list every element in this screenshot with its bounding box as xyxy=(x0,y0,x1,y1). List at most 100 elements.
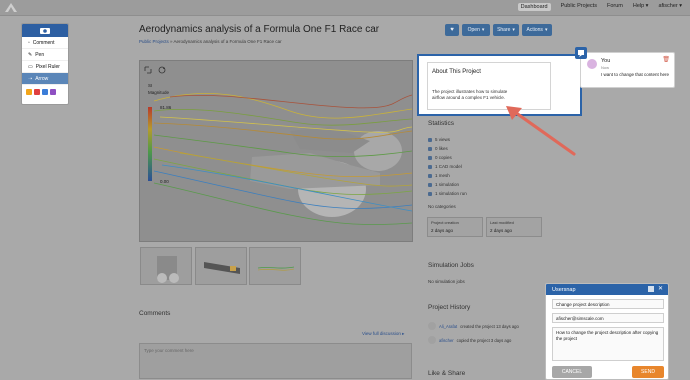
simulation-jobs-heading: Simulation Jobs xyxy=(428,262,474,269)
project-creation-label: Project creation xyxy=(431,220,459,225)
nav-forum[interactable]: Forum xyxy=(607,3,623,11)
share-button[interactable]: Share ▾ xyxy=(493,24,519,36)
send-button[interactable]: SEND xyxy=(632,366,664,378)
close-icon[interactable]: ✕ xyxy=(658,285,663,292)
tool-arrow[interactable]: ➝ Arrow xyxy=(22,73,68,85)
ruler-icon: ▭ xyxy=(28,63,33,70)
stat-simulation: 1 simulation xyxy=(428,182,459,187)
usersnap-title: Usersnap xyxy=(552,286,576,293)
open-label: Open xyxy=(467,27,480,33)
logo-icon[interactable] xyxy=(4,2,18,14)
last-modified-value: 2 days ago xyxy=(490,228,513,233)
color-legend xyxy=(148,107,152,181)
airflow-visualization xyxy=(144,66,412,225)
share-label: Share xyxy=(497,27,511,33)
annotation-arrow xyxy=(506,106,576,156)
comment-icon: ▫ xyxy=(28,39,30,46)
nav-dashboard[interactable]: Dashboard xyxy=(517,3,551,11)
no-categories: No categories xyxy=(428,204,456,209)
cancel-button[interactable]: CANCEL xyxy=(552,366,592,378)
tool-comment[interactable]: ▫ Comment xyxy=(22,37,68,49)
tool-pixel-ruler[interactable]: ▭ Pixel Ruler xyxy=(22,61,68,73)
legend-max-value: 81.86 xyxy=(160,105,172,110)
expand-icon[interactable] xyxy=(144,66,152,74)
open-button[interactable]: Open ▾ xyxy=(462,24,490,36)
subject-field[interactable]: Change project description xyxy=(552,299,664,309)
gear-icon xyxy=(428,191,432,196)
comments-heading: Comments xyxy=(139,310,171,317)
comment-input[interactable]: Type your comment here xyxy=(139,343,412,379)
breadcrumb: Public Projects » Aerodynamics analysis … xyxy=(139,39,282,44)
nav-user-menu[interactable]: afischer ▾ xyxy=(658,3,682,11)
project-creation-value: 2 days ago xyxy=(431,228,454,233)
color-swatches xyxy=(22,85,68,99)
swatch-orange[interactable] xyxy=(26,89,32,95)
like-share-heading: Like & Share xyxy=(428,370,466,377)
breadcrumb-public-projects[interactable]: Public Projects xyxy=(139,39,169,44)
thumbnail-simulation[interactable] xyxy=(249,247,301,285)
thumbnail-cad[interactable] xyxy=(140,247,192,285)
swatch-purple[interactable] xyxy=(50,89,56,95)
avatar xyxy=(587,59,597,69)
last-modified-label: Last modified xyxy=(490,220,514,225)
actions-button[interactable]: Actions ▾ xyxy=(522,24,552,36)
comment-marker-icon[interactable] xyxy=(575,47,587,59)
mesh-thumbnail-image xyxy=(204,262,240,274)
history-user-link[interactable]: Ali_Arafat xyxy=(439,324,457,329)
heart-icon xyxy=(428,146,432,151)
view-full-discussion-link[interactable]: View full discussion ▸ xyxy=(362,331,404,337)
comment-author: You xyxy=(601,58,611,64)
top-bar: Dashboard Public Projects Forum Help ▾ a… xyxy=(0,0,690,16)
eye-icon xyxy=(428,137,432,142)
like-button[interactable]: ♥ xyxy=(445,24,459,36)
comment-placeholder: Type your comment here xyxy=(144,348,194,353)
cad-thumbnail-image xyxy=(157,256,179,283)
about-description: The project illustrates how to simulate … xyxy=(432,89,508,101)
stat-simulation-run: 1 simulation run xyxy=(428,191,467,196)
pen-icon: ✎ xyxy=(28,51,33,58)
nav-public-projects[interactable]: Public Projects xyxy=(561,3,597,11)
breadcrumb-current: » Aerodynamics analysis of a Formula One… xyxy=(168,39,282,44)
statistics-heading: Statistics xyxy=(428,120,455,127)
scalar-label: Magnitude xyxy=(148,90,170,95)
project-history-heading: Project History xyxy=(428,304,471,311)
chevron-down-icon: ▾ xyxy=(544,27,548,33)
email-field[interactable]: afischer@simscale.com xyxy=(552,313,664,323)
stat-copies: 0 copies xyxy=(428,155,452,160)
stat-cad-model: 1 CAD model xyxy=(428,164,462,169)
heart-icon: ♥ xyxy=(450,27,454,33)
project-creation-box: Project creation 2 days ago xyxy=(427,217,483,237)
nav-help[interactable]: Help ▾ xyxy=(633,3,649,11)
chevron-down-icon: ▾ xyxy=(512,27,515,33)
swatch-red[interactable] xyxy=(34,89,40,95)
no-simulation-jobs: No simulation jobs xyxy=(428,279,465,284)
cube-icon xyxy=(428,164,432,169)
grid-icon xyxy=(428,173,432,178)
unit-label: SI xyxy=(148,83,153,88)
help-icon[interactable] xyxy=(648,286,654,292)
annotation-comment[interactable]: You Now I want to change that content he… xyxy=(575,47,675,88)
about-title: About This Project xyxy=(432,69,481,75)
message-field[interactable]: How to change the project description af… xyxy=(552,327,664,361)
avatar xyxy=(428,322,436,330)
page-title: Aerodynamics analysis of a Formula One F… xyxy=(139,24,380,35)
comment-text: I want to change that content here xyxy=(601,72,670,77)
thumbnail-mesh[interactable] xyxy=(195,247,247,285)
simulation-thumbnail-image xyxy=(257,266,295,271)
camera-icon xyxy=(40,28,50,34)
list-icon xyxy=(428,182,432,187)
chevron-down-icon: ▾ xyxy=(481,27,485,33)
model-viewer[interactable]: SI Magnitude 81.86 0.00 xyxy=(139,60,413,242)
swatch-blue[interactable] xyxy=(42,89,48,95)
history-user-link[interactable]: afischer xyxy=(439,338,454,343)
legend-min-value: 0.00 xyxy=(160,179,169,184)
toolbox-header xyxy=(22,24,68,37)
car-body xyxy=(250,127,402,217)
avatar xyxy=(428,336,436,344)
comment-time: Now xyxy=(601,65,610,70)
usersnap-panel[interactable]: Usersnap ✕ Change project description af… xyxy=(545,283,669,380)
delete-icon[interactable]: 🗑 xyxy=(662,56,670,63)
reset-view-icon[interactable] xyxy=(158,66,166,74)
tool-pen[interactable]: ✎ Pen xyxy=(22,49,68,61)
annotation-toolbox[interactable]: ▫ Comment ✎ Pen ▭ Pixel Ruler ➝ Arrow xyxy=(21,23,69,105)
